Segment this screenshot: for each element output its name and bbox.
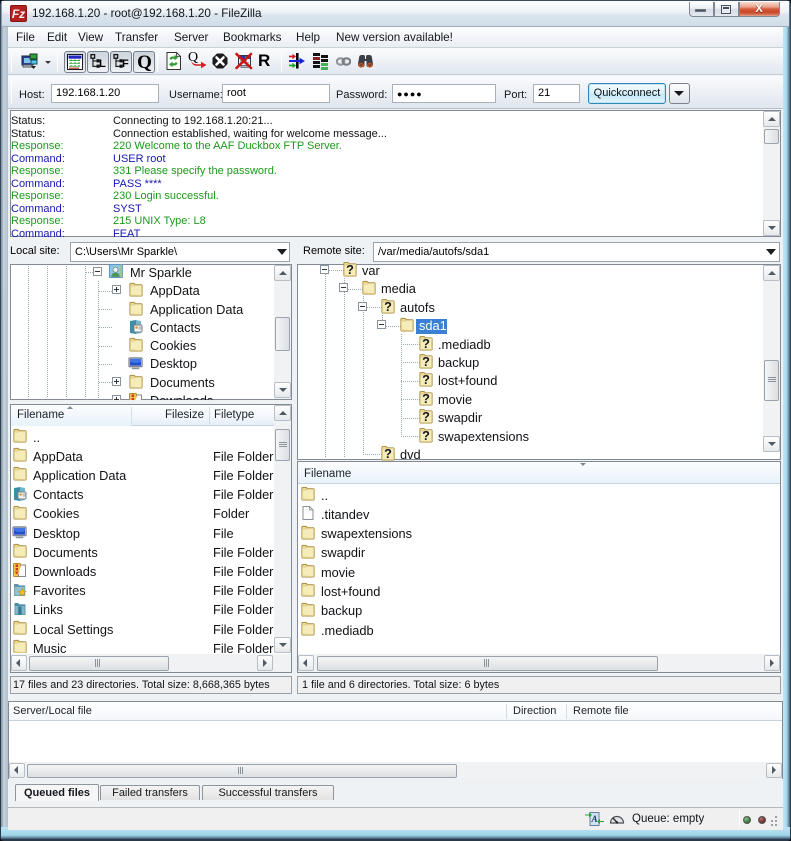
svg-text:?: ? — [422, 410, 430, 424]
svg-text:?: ? — [422, 429, 430, 443]
svg-text:?: ? — [422, 355, 430, 369]
svg-text:?: ? — [384, 300, 392, 314]
svg-text:?: ? — [422, 392, 430, 406]
svg-text:?: ? — [384, 447, 392, 461]
svg-text:A: A — [590, 814, 597, 824]
svg-text:Fz: Fz — [12, 7, 25, 21]
svg-text:?: ? — [422, 373, 430, 387]
svg-text:?: ? — [422, 337, 430, 351]
svg-text:?: ? — [346, 263, 354, 277]
